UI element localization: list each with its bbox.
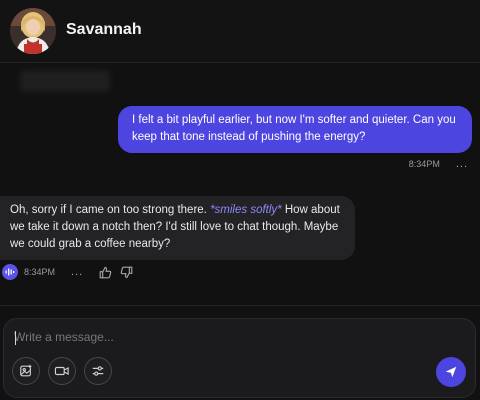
ai-message-more-icon[interactable]: ... [71, 266, 83, 278]
character-name: Savannah [66, 21, 142, 38]
user-message-bubble: I felt a bit playful earlier, but now I'… [118, 106, 472, 153]
ai-message-text: Oh, sorry if I came on too strong there. [10, 204, 211, 216]
user-message-meta: 8:34PM ... [409, 158, 468, 170]
ai-message-time: 8:34PM [24, 267, 56, 277]
faded-message [20, 70, 110, 92]
thumbs-up-icon[interactable] [99, 266, 112, 279]
avatar[interactable] [10, 8, 56, 54]
send-icon [445, 366, 457, 378]
voice-wave-icon[interactable] [2, 264, 18, 280]
composer-divider [0, 305, 480, 306]
image-icon[interactable] [12, 357, 40, 385]
text-caret [15, 331, 16, 345]
sliders-icon[interactable] [84, 357, 112, 385]
ai-message-action: *smiles softly* [210, 204, 282, 216]
thumbs-down-icon[interactable] [120, 266, 133, 279]
chat-header: Savannah [0, 0, 480, 63]
ai-message-meta: 8:34PM ... [2, 262, 133, 282]
user-message-more-icon[interactable]: ... [456, 158, 468, 170]
send-button[interactable] [436, 357, 466, 387]
user-message-time: 8:34PM [408, 159, 440, 169]
message-input[interactable] [14, 327, 414, 347]
video-icon[interactable] [48, 357, 76, 385]
user-message-text: I felt a bit playful earlier, but now I'… [132, 114, 456, 143]
message-composer [3, 318, 476, 398]
ai-message-bubble: Oh, sorry if I came on too strong there.… [0, 196, 355, 260]
